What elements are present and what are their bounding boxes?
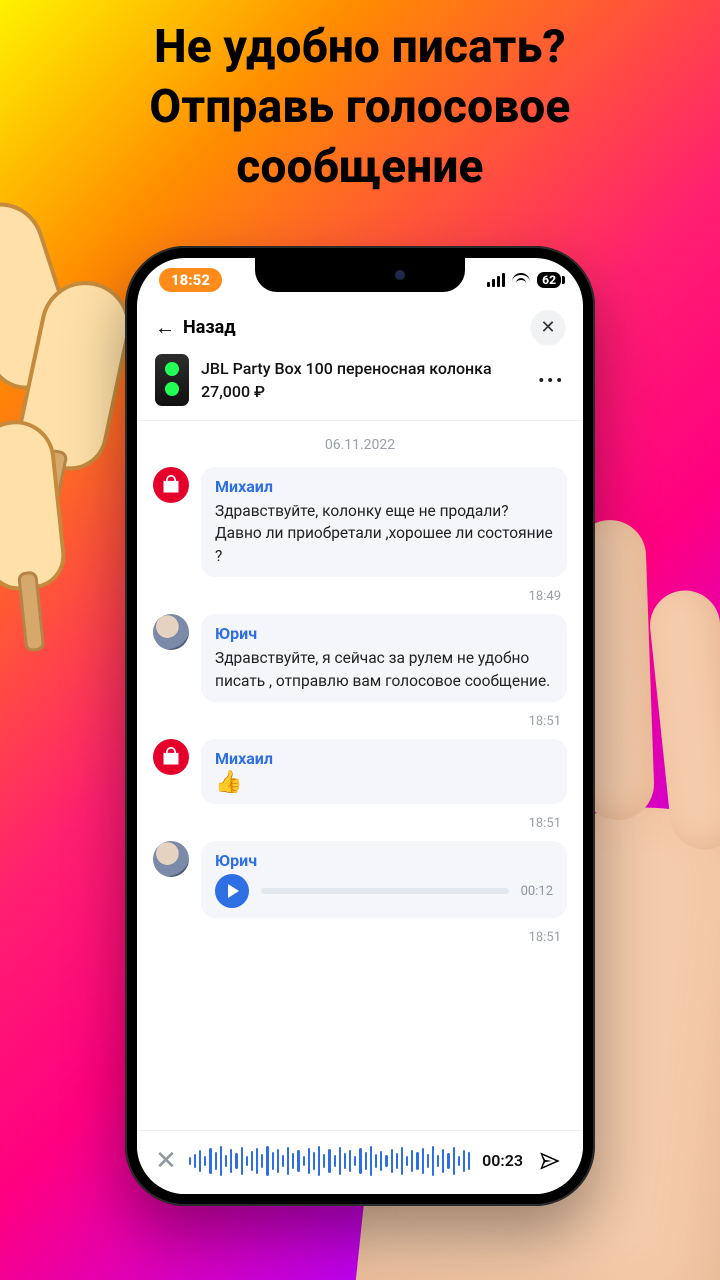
play-button[interactable] — [215, 874, 249, 908]
promo-line-2: Отправь голосовое — [30, 78, 690, 138]
voice-track[interactable] — [261, 888, 509, 894]
message-bubble: Юрич Здравствуйте, я сейчас за рулем не … — [201, 614, 567, 702]
phone-frame: 18:52 62 ← Назад ✕ JBL Party Box 100 пер… — [125, 246, 595, 1206]
message-emoji: 👍 — [215, 772, 553, 794]
status-time: 18:52 — [159, 268, 222, 292]
send-icon — [537, 1148, 563, 1174]
wifi-icon — [512, 273, 530, 287]
chat-date: 06.11.2022 — [153, 431, 567, 467]
cancel-recording-button[interactable]: ✕ — [155, 1146, 177, 1176]
avatar[interactable] — [153, 614, 189, 650]
avatar[interactable] — [153, 841, 189, 877]
avatar[interactable] — [153, 467, 189, 503]
signal-icon — [487, 273, 505, 287]
product-header[interactable]: JBL Party Box 100 переносная колонка 27,… — [137, 350, 583, 421]
voice-message: 00:12 — [215, 874, 553, 908]
message-text: Здравствуйте, колонку еще не продали? Да… — [215, 500, 553, 567]
sender-name: Юрич — [215, 624, 553, 643]
message-time: 18:49 — [153, 585, 567, 614]
avatar[interactable] — [153, 739, 189, 775]
message-bubble: Михаил Здравствуйте, колонку еще не прод… — [201, 467, 567, 577]
message-time: 18:51 — [153, 710, 567, 739]
close-icon: ✕ — [540, 317, 555, 338]
recording-time: 00:23 — [482, 1151, 523, 1170]
product-title: JBL Party Box 100 переносная колонка — [201, 359, 526, 380]
back-label: Назад — [183, 317, 236, 338]
message-text: Здравствуйте, я сейчас за рулем не удобн… — [215, 647, 553, 692]
message-bubble: Юрич 00:12 — [201, 841, 567, 918]
message: Юрич 00:12 — [153, 841, 567, 918]
nav-bar: ← Назад ✕ — [137, 302, 583, 350]
message-bubble: Михаил 👍 — [201, 739, 567, 804]
battery-indicator: 62 — [537, 272, 561, 288]
sender-name: Михаил — [215, 749, 553, 768]
message: Юрич Здравствуйте, я сейчас за рулем не … — [153, 614, 567, 702]
bag-icon — [161, 475, 181, 495]
phone-notch — [255, 258, 465, 292]
message: Михаил 👍 — [153, 739, 567, 804]
arrow-left-icon: ← — [155, 317, 175, 337]
message-composer: ✕ 00:23 — [137, 1130, 583, 1194]
message: Михаил Здравствуйте, колонку еще не прод… — [153, 467, 567, 577]
recording-waveform — [189, 1144, 470, 1178]
message-time: 18:51 — [153, 926, 567, 955]
sender-name: Михаил — [215, 477, 553, 496]
promo-line-1: Не удобно писать? — [30, 18, 690, 78]
message-time: 18:51 — [153, 812, 567, 841]
product-thumbnail — [155, 354, 189, 406]
bag-icon — [161, 747, 181, 767]
back-button[interactable]: ← Назад — [155, 317, 236, 338]
product-price: 27,000 ₽ — [201, 382, 526, 401]
more-options-button[interactable]: ••• — [538, 371, 565, 390]
sender-name: Юрич — [215, 851, 553, 870]
close-button[interactable]: ✕ — [531, 310, 565, 344]
phone-screen: 18:52 62 ← Назад ✕ JBL Party Box 100 пер… — [137, 258, 583, 1194]
voice-duration: 00:12 — [521, 884, 553, 899]
chat-area[interactable]: 06.11.2022 Михаил Здравствуйте, колонку … — [137, 421, 583, 1130]
send-button[interactable] — [535, 1146, 565, 1176]
